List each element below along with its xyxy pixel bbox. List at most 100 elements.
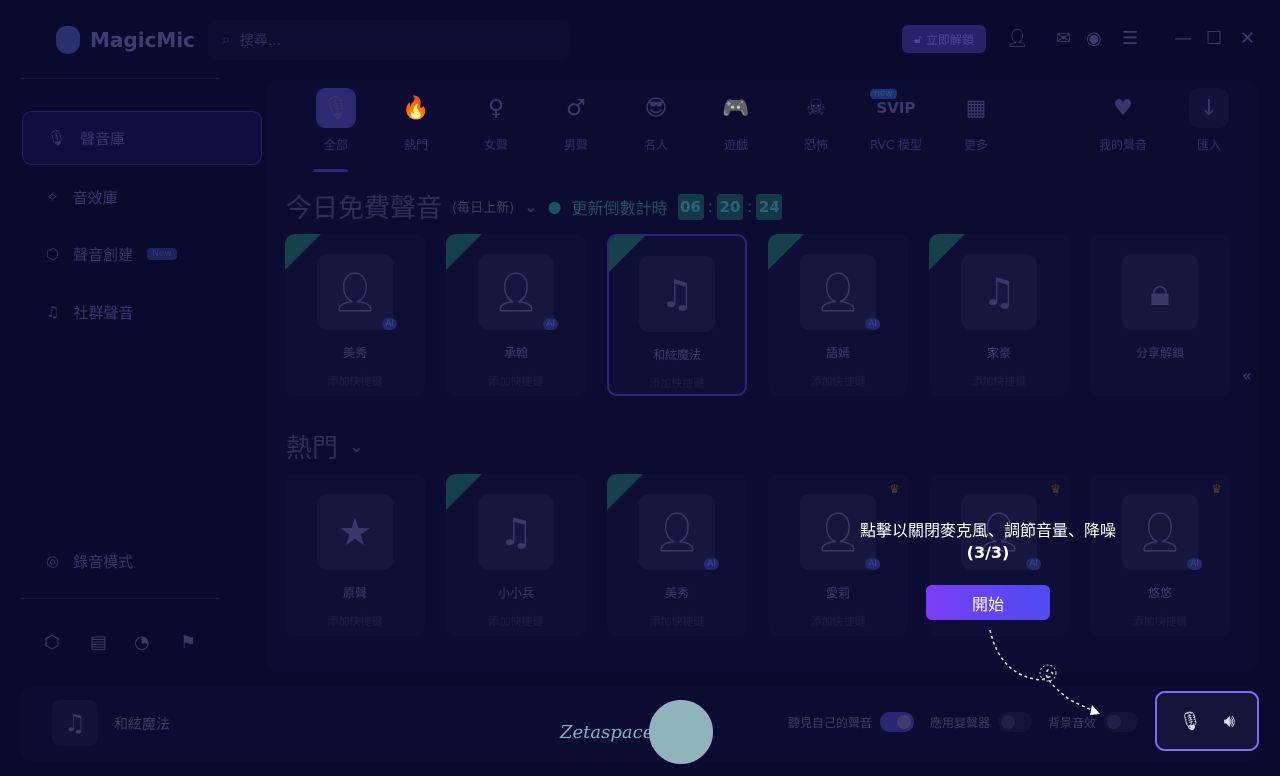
free-ribbon xyxy=(285,234,321,270)
voice-avatar: ★ xyxy=(317,494,393,570)
sidebar-item-voice-library[interactable]: 🎙︎ 聲音庫 xyxy=(22,111,262,165)
hear-myself-label: 聽見自己的聲音 xyxy=(788,715,873,730)
microphone-icon[interactable]: 🎙︎ xyxy=(1179,711,1202,732)
waveform-icon: ◎ xyxy=(46,552,60,570)
add-shortcut-link[interactable]: 添加快捷鍵 xyxy=(811,613,866,629)
book-icon[interactable]: ▤ xyxy=(90,632,107,653)
tab-label: 女聲 xyxy=(483,138,508,152)
sidebar-item-sound-effects[interactable]: ✧ 音效庫 xyxy=(22,170,262,224)
voice-avatar: 👤︎ AI xyxy=(478,254,558,330)
add-shortcut-link[interactable]: 添加快捷鍵 xyxy=(650,613,705,629)
tab-label: 名人 xyxy=(643,138,668,152)
category-icon: 🔥 xyxy=(402,95,430,121)
voice-name: 愛莉 xyxy=(825,586,850,600)
sidebar-item-voice-create[interactable]: ⬡ 聲音創建 New xyxy=(22,227,262,281)
chevron-down-icon[interactable]: ⌄ xyxy=(350,437,363,456)
cube-icon: ⬡ xyxy=(46,245,60,263)
current-voice-name: 和絃魔法 xyxy=(114,717,170,733)
add-shortcut-link[interactable]: 添加快捷鍵 xyxy=(972,373,1027,389)
ai-badge: AI xyxy=(865,318,880,330)
signpost-icon[interactable]: ⚑ xyxy=(180,632,196,653)
watermark-text: Zetaspace xyxy=(560,721,654,743)
search-input[interactable]: ⌕ 搜尋... xyxy=(208,20,570,60)
crown-icon: ♛ xyxy=(1211,482,1222,496)
countdown-seconds: 24 xyxy=(756,193,783,220)
add-shortcut-link[interactable]: 添加快捷鍵 xyxy=(811,373,866,389)
voice-name: 美秀 xyxy=(342,346,367,360)
sidebar-divider xyxy=(20,598,220,599)
tab-import[interactable]: ↓ 匯入 xyxy=(1169,88,1249,153)
feather-logo-icon xyxy=(649,700,714,764)
close-icon[interactable]: ✕ xyxy=(1240,28,1255,49)
hear-myself-toggle[interactable] xyxy=(880,712,915,732)
sidebar-item-label: 錄音模式 xyxy=(73,552,134,571)
tab-category[interactable]: 🔥 熱門 xyxy=(376,88,456,153)
chat-icon[interactable]: ◔ xyxy=(134,632,150,653)
free-ribbon xyxy=(446,234,482,270)
add-shortcut-link[interactable]: 添加快捷鍵 xyxy=(328,373,383,389)
sidebar-item-community[interactable]: ♫ 社群聲音 xyxy=(22,285,262,339)
countdown-minutes: 20 xyxy=(716,193,743,220)
mic-icon: 🎙︎ xyxy=(47,129,67,147)
chevron-down-icon[interactable]: ⌄ xyxy=(524,197,537,216)
free-section-header: 今日免費聲音 (每日上新) ⌄ ● 更新倒數計時 06:20:24 xyxy=(286,188,783,225)
free-ribbon xyxy=(929,234,965,270)
voice-card[interactable]: 👤︎ AI 美秀 添加快捷鍵 xyxy=(607,474,747,636)
discord-icon[interactable]: ◉ xyxy=(1086,28,1102,49)
tab-label: 更多 xyxy=(963,138,988,152)
category-icon: ☠ xyxy=(806,95,826,121)
tab-label: 恐怖 xyxy=(803,138,828,152)
voice-name: 分享解鎖 xyxy=(1135,346,1184,360)
speaker-volume-icon[interactable]: 🔊︎ xyxy=(1224,711,1235,732)
tab-category[interactable]: ▦ 更多 xyxy=(936,88,1016,153)
unlock-button[interactable]: 🔓︎ 立即解鎖 xyxy=(902,25,986,53)
tutorial-tooltip: 點擊以關閉麥克風、調節音量、降噪 (3/3) xyxy=(840,520,1136,564)
tab-category[interactable]: 🎮 遊戲 xyxy=(696,88,776,153)
sidebar-item-label: 社群聲音 xyxy=(73,303,134,322)
tab-category[interactable]: ♂ 男聲 xyxy=(536,88,616,153)
app-name: MagicMic xyxy=(90,28,196,52)
voice-card[interactable]: ♫ 小小兵 添加快捷鍵 xyxy=(446,474,586,636)
user-icon[interactable]: 👤︎ xyxy=(1006,28,1029,49)
add-shortcut-link[interactable]: 添加快捷鍵 xyxy=(328,613,383,629)
countdown-label: 更新倒數計時 xyxy=(571,198,668,218)
import-icon: ↓ xyxy=(1189,88,1229,128)
section-title: 熱門 xyxy=(286,434,339,464)
countdown-timer: 06:20:24 xyxy=(677,193,783,220)
active-tab-underline xyxy=(314,169,348,172)
sidebar-item-label: 聲音庫 xyxy=(80,129,126,148)
voice-card[interactable]: 👤︎ AI 承翰 添加快捷鍵 xyxy=(446,234,586,396)
maximize-icon[interactable]: ☐ xyxy=(1206,28,1222,49)
voice-name: 語嫣 xyxy=(825,346,850,360)
tab-category[interactable]: ♀ 女聲 xyxy=(456,88,536,153)
add-shortcut-link[interactable]: 添加快捷鍵 xyxy=(489,373,544,389)
tab-my-voices[interactable]: ♥ 我的聲音 xyxy=(1083,88,1163,153)
tab-category[interactable]: ☠ 恐怖 xyxy=(776,88,856,153)
mail-icon[interactable]: ✉ xyxy=(1056,28,1071,49)
minimize-icon[interactable]: — xyxy=(1174,28,1192,49)
add-shortcut-link[interactable]: 添加快捷鍵 xyxy=(489,613,544,629)
voice-card[interactable]: ♫ 和絃魔法 添加快捷鍵 xyxy=(607,234,747,396)
tab-category[interactable]: 🎙 全部 xyxy=(296,88,376,153)
voice-card[interactable]: 🔒︎ 分享解鎖 xyxy=(1090,234,1230,396)
voice-card[interactable]: ★ 原聲 添加快捷鍵 xyxy=(285,474,425,636)
tab-category[interactable]: 😎 名人 xyxy=(616,88,696,153)
tab-label: 我的聲音 xyxy=(1098,138,1147,152)
add-shortcut-link[interactable]: 添加快捷鍵 xyxy=(650,375,705,391)
start-button[interactable]: 開始 xyxy=(926,585,1050,620)
tooltip-step: (3/3) xyxy=(966,543,1010,562)
voice-card[interactable]: ♫ 家豪 添加快捷鍵 xyxy=(929,234,1069,396)
sidebar-item-record-mode[interactable]: ◎ 錄音模式 xyxy=(22,534,262,588)
voice-card[interactable]: 👤︎ AI 美秀 添加快捷鍵 xyxy=(285,234,425,396)
add-shortcut-link[interactable]: 添加快捷鍵 xyxy=(1133,613,1188,629)
music-note-icon: ♫ xyxy=(52,700,98,746)
collapse-panel-icon[interactable]: « xyxy=(1242,366,1252,385)
voice-card[interactable]: 👤︎ AI 語嫣 添加快捷鍵 xyxy=(768,234,908,396)
menu-icon[interactable]: ☰ xyxy=(1122,28,1138,49)
free-ribbon xyxy=(768,234,804,270)
clock-icon: ● xyxy=(547,197,562,216)
settings-icon[interactable]: ⬡ xyxy=(44,632,60,653)
tab-label: 全部 xyxy=(323,138,348,152)
tab-category[interactable]: SVIP RVC 模型 xyxy=(856,88,936,153)
tab-label: 遊戲 xyxy=(723,138,748,152)
